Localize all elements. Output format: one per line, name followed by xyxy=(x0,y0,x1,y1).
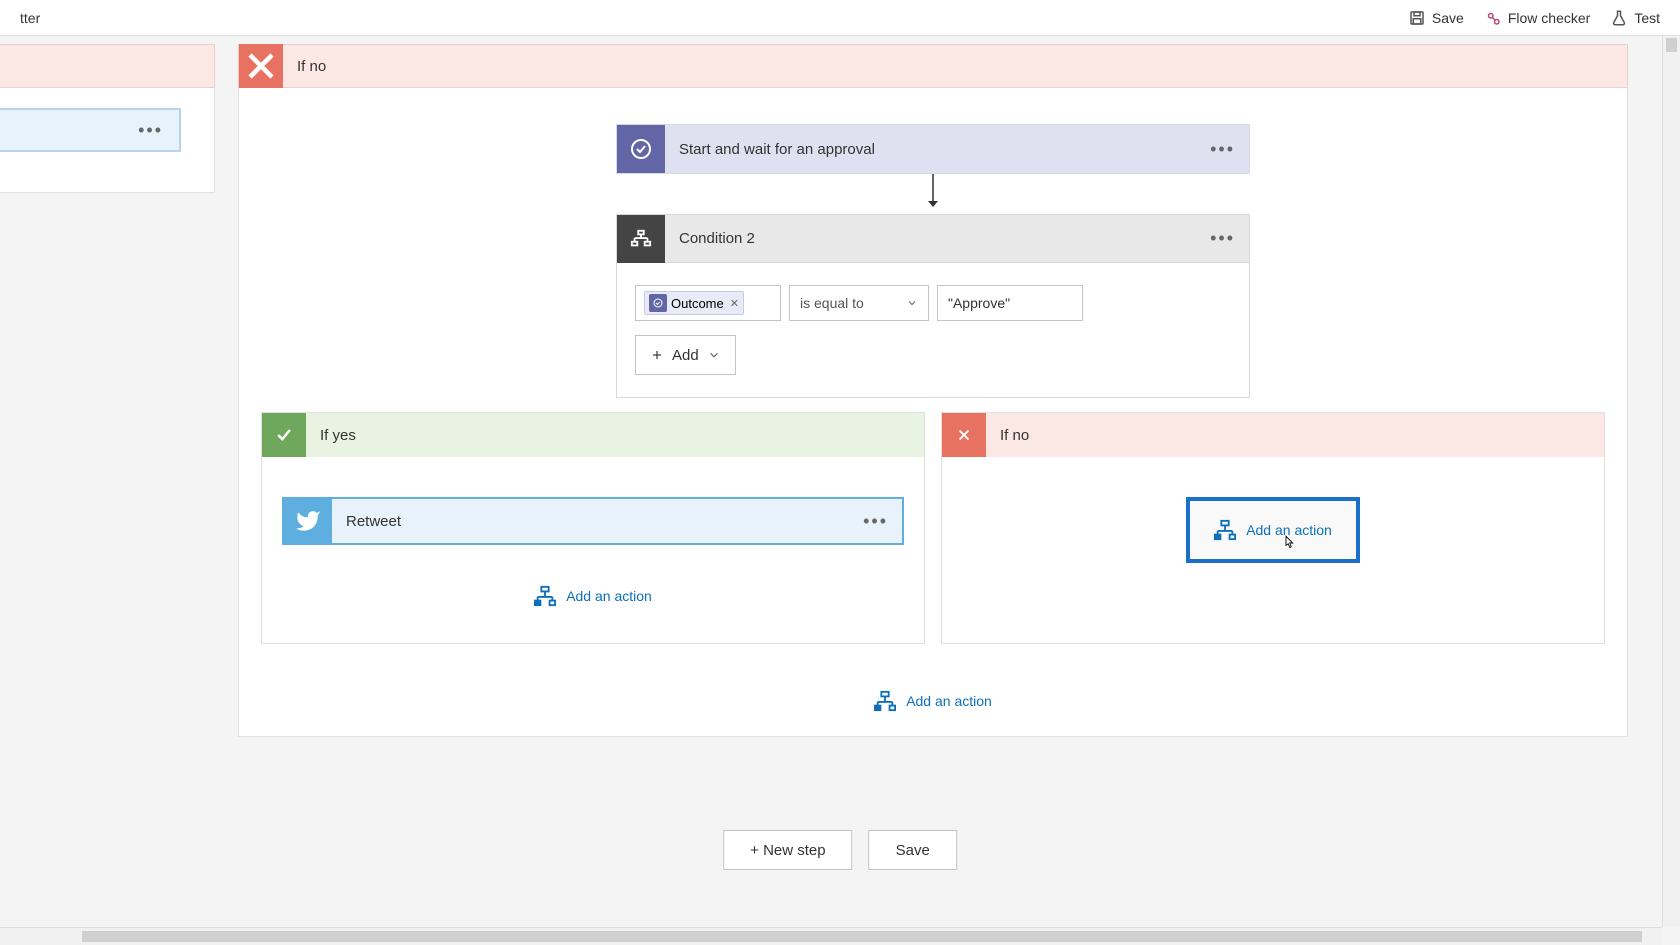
if-yes-header[interactable]: If yes xyxy=(262,413,924,457)
add-action-icon xyxy=(1214,519,1236,541)
connector-arrow xyxy=(239,174,1627,214)
more-icon[interactable]: ••• xyxy=(1210,228,1249,249)
close-icon xyxy=(942,413,986,457)
more-icon[interactable]: ••• xyxy=(138,120,163,141)
approval-step[interactable]: Start and wait for an approval ••• xyxy=(616,124,1250,174)
designer-canvas[interactable]: ••• If no Start and wait for an approval… xyxy=(0,36,1662,927)
command-bar: tter Save Flow checker Test xyxy=(0,0,1680,36)
chevron-down-icon xyxy=(707,348,721,362)
close-icon xyxy=(239,44,283,88)
if-no-branch: If no Add an action xyxy=(941,412,1605,644)
add-condition-button[interactable]: Add xyxy=(635,335,736,375)
add-action-outer[interactable]: Add an action xyxy=(874,690,992,712)
more-icon[interactable]: ••• xyxy=(1210,139,1249,160)
partial-branch-header xyxy=(0,44,215,88)
condition-icon xyxy=(617,215,665,263)
condition-step[interactable]: Condition 2 ••• Outcome ✕ is xyxy=(616,214,1250,398)
twitter-icon xyxy=(284,498,332,544)
save-icon xyxy=(1408,9,1426,27)
outer-if-no-branch: If no Start and wait for an approval ••• xyxy=(238,44,1628,737)
if-no-header[interactable]: If no xyxy=(942,413,1604,457)
footer-buttons: + New step Save xyxy=(723,830,957,870)
condition-value-right[interactable]: "Approve" xyxy=(937,285,1083,321)
dynamic-content-token[interactable]: Outcome ✕ xyxy=(644,291,744,315)
outer-if-no-header[interactable]: If no xyxy=(238,44,1628,88)
check-icon xyxy=(262,413,306,457)
more-icon[interactable]: ••• xyxy=(863,511,902,532)
remove-token-icon[interactable]: ✕ xyxy=(728,297,739,310)
chevron-down-icon xyxy=(906,297,918,309)
add-action-icon xyxy=(534,585,556,607)
horizontal-scrollbar[interactable] xyxy=(0,927,1662,945)
new-step-button[interactable]: + New step xyxy=(723,830,852,870)
condition-value-left[interactable]: Outcome ✕ xyxy=(635,285,781,321)
save-button[interactable]: Save xyxy=(869,830,957,870)
if-yes-branch: If yes Retweet ••• Add an action xyxy=(261,412,925,644)
partial-action-card[interactable]: ••• xyxy=(0,108,181,152)
add-action-icon xyxy=(874,690,896,712)
flow-title-fragment: tter xyxy=(20,10,40,26)
vertical-scrollbar[interactable] xyxy=(1662,36,1680,927)
add-action-no-highlighted[interactable]: Add an action xyxy=(1186,497,1360,563)
test-command[interactable]: Test xyxy=(1610,9,1660,27)
condition-operator-select[interactable]: is equal to xyxy=(789,285,929,321)
partial-left-branch: ••• xyxy=(0,44,215,193)
approval-icon xyxy=(617,125,665,173)
flow-checker-icon xyxy=(1484,9,1502,27)
cursor-pointer-icon xyxy=(1280,534,1298,555)
plus-icon xyxy=(650,348,664,362)
add-action-yes[interactable]: Add an action xyxy=(534,585,652,607)
retweet-action[interactable]: Retweet ••• xyxy=(282,497,904,545)
flow-checker-command[interactable]: Flow checker xyxy=(1484,9,1590,27)
test-icon xyxy=(1610,9,1628,27)
save-command[interactable]: Save xyxy=(1408,9,1464,27)
